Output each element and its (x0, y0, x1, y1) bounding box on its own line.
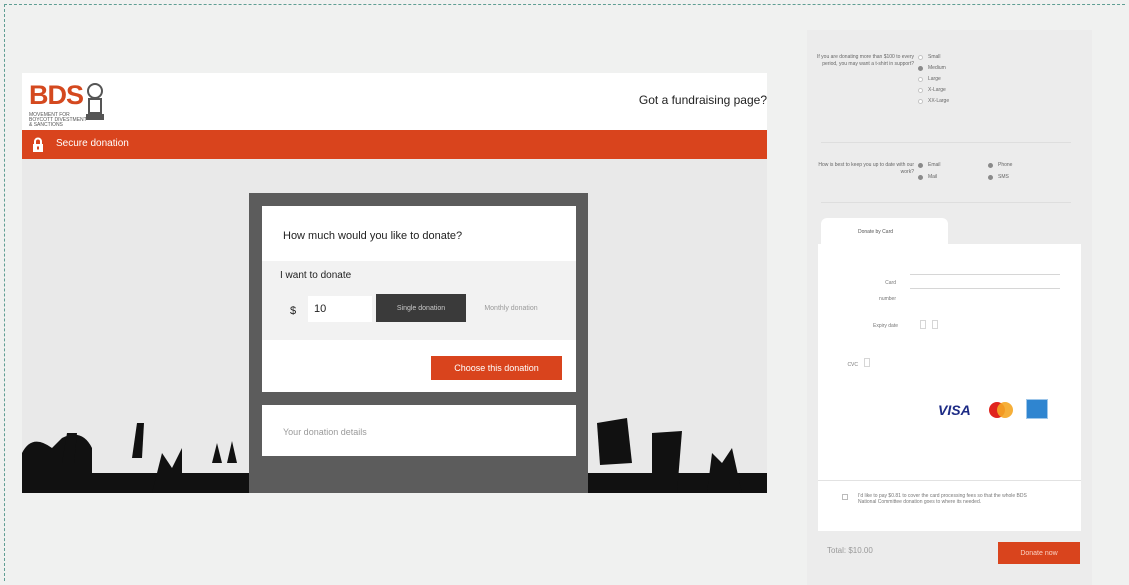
tshirt-question: If you are donating more than $100 to ev… (817, 54, 915, 67)
lock-icon (33, 137, 43, 152)
visa-logo: VISA (938, 402, 971, 418)
fundraising-page-link[interactable]: Got a fundraising page? (639, 93, 767, 107)
expiry-label: Expiry date (872, 323, 898, 329)
size-option-large[interactable]: Large (918, 76, 949, 87)
donation-details-card[interactable]: Your donation details (262, 405, 576, 456)
contact-question: How is best to keep you up to date with … (818, 162, 914, 175)
cvc-label: CVC (847, 362, 858, 368)
expiry-month-input[interactable] (920, 320, 926, 329)
cover-fees-row: I'd like to pay $0.81 to cover the card … (818, 480, 1081, 520)
secure-donation-label: Secure donation (56, 138, 129, 149)
checkbox-icon (918, 163, 923, 168)
contact-option-mail[interactable]: Mail (918, 174, 937, 185)
monthly-donation-button[interactable]: Monthly donation (470, 294, 552, 322)
payment-panel: If you are donating more than $100 to ev… (807, 30, 1092, 585)
tab-donate-by-card[interactable]: Donate by Card (821, 218, 948, 246)
secure-donation-bar: Secure donation (22, 130, 767, 159)
card-number-label: Card (885, 280, 896, 286)
choose-donation-button[interactable]: Choose this donation (431, 356, 562, 380)
checkbox-icon (988, 175, 993, 180)
donation-site-preview: BDS MOVEMENT FOR BOYCOTT DIVESTMENT & SA… (22, 73, 767, 493)
card-brand-logos: VISA (938, 394, 1078, 424)
contact-option-phone[interactable]: Phone (988, 162, 1012, 173)
donation-amount-area: I want to donate $ Single donation Month… (262, 261, 576, 340)
currency-symbol: $ (290, 305, 297, 317)
cover-fees-checkbox[interactable] (842, 494, 848, 500)
logo-text: BDS (29, 80, 84, 110)
tab-label: Donate by Card (858, 229, 894, 235)
section-divider (821, 202, 1071, 203)
size-option-small[interactable]: Small (918, 54, 949, 65)
radio-icon (918, 88, 923, 93)
logo-subtext: MOVEMENT FOR BOYCOTT DIVESTMENT & SANCTI… (29, 112, 87, 128)
radio-icon (918, 99, 923, 104)
size-option-x-large[interactable]: X-Large (918, 87, 949, 98)
radio-icon (918, 55, 923, 60)
expiry-year-input[interactable] (932, 320, 938, 329)
donation-details-label: Your donation details (283, 427, 367, 437)
site-header: BDS MOVEMENT FOR BOYCOTT DIVESTMENT & SA… (22, 73, 767, 130)
card-number-label-2: number (879, 296, 896, 302)
card-number-line (910, 274, 1060, 275)
size-option-medium[interactable]: Medium (918, 65, 949, 76)
want-to-donate-label: I want to donate (280, 270, 352, 281)
logo-figure-icon (86, 83, 104, 120)
card-details-box: Card number Expiry date CVC VISA I'd lik… (818, 244, 1081, 531)
contact-option-email[interactable]: Email (918, 162, 941, 173)
card-number-input[interactable] (910, 288, 1060, 289)
cover-fees-text: I'd like to pay $0.81 to cover the card … (858, 493, 1027, 505)
bds-logo[interactable]: BDS MOVEMENT FOR BOYCOTT DIVESTMENT & SA… (29, 80, 114, 128)
radio-selected-icon (918, 66, 923, 71)
section-divider (821, 142, 1071, 143)
cvc-input[interactable] (864, 358, 870, 367)
donate-now-button[interactable]: Donate now (998, 542, 1080, 564)
single-donation-button[interactable]: Single donation (376, 294, 466, 322)
size-option-xx-large[interactable]: XX-Large (918, 98, 949, 109)
radio-icon (918, 77, 923, 82)
donation-amount-card: How much would you like to donate? I wan… (262, 206, 576, 392)
mastercard-logo (989, 402, 1013, 418)
donation-amount-input[interactable] (308, 296, 372, 322)
contact-options: Email Mail Phone SMS (918, 162, 1038, 186)
amex-logo (1026, 399, 1048, 419)
donation-question: How much would you like to donate? (283, 230, 463, 242)
checkbox-icon (988, 163, 993, 168)
donation-total: Total: $10.00 (827, 546, 873, 555)
checkbox-icon (918, 175, 923, 180)
contact-option-sms[interactable]: SMS (988, 174, 1009, 185)
tshirt-size-options: Small Medium Large X-Large XX-Large (918, 54, 949, 109)
